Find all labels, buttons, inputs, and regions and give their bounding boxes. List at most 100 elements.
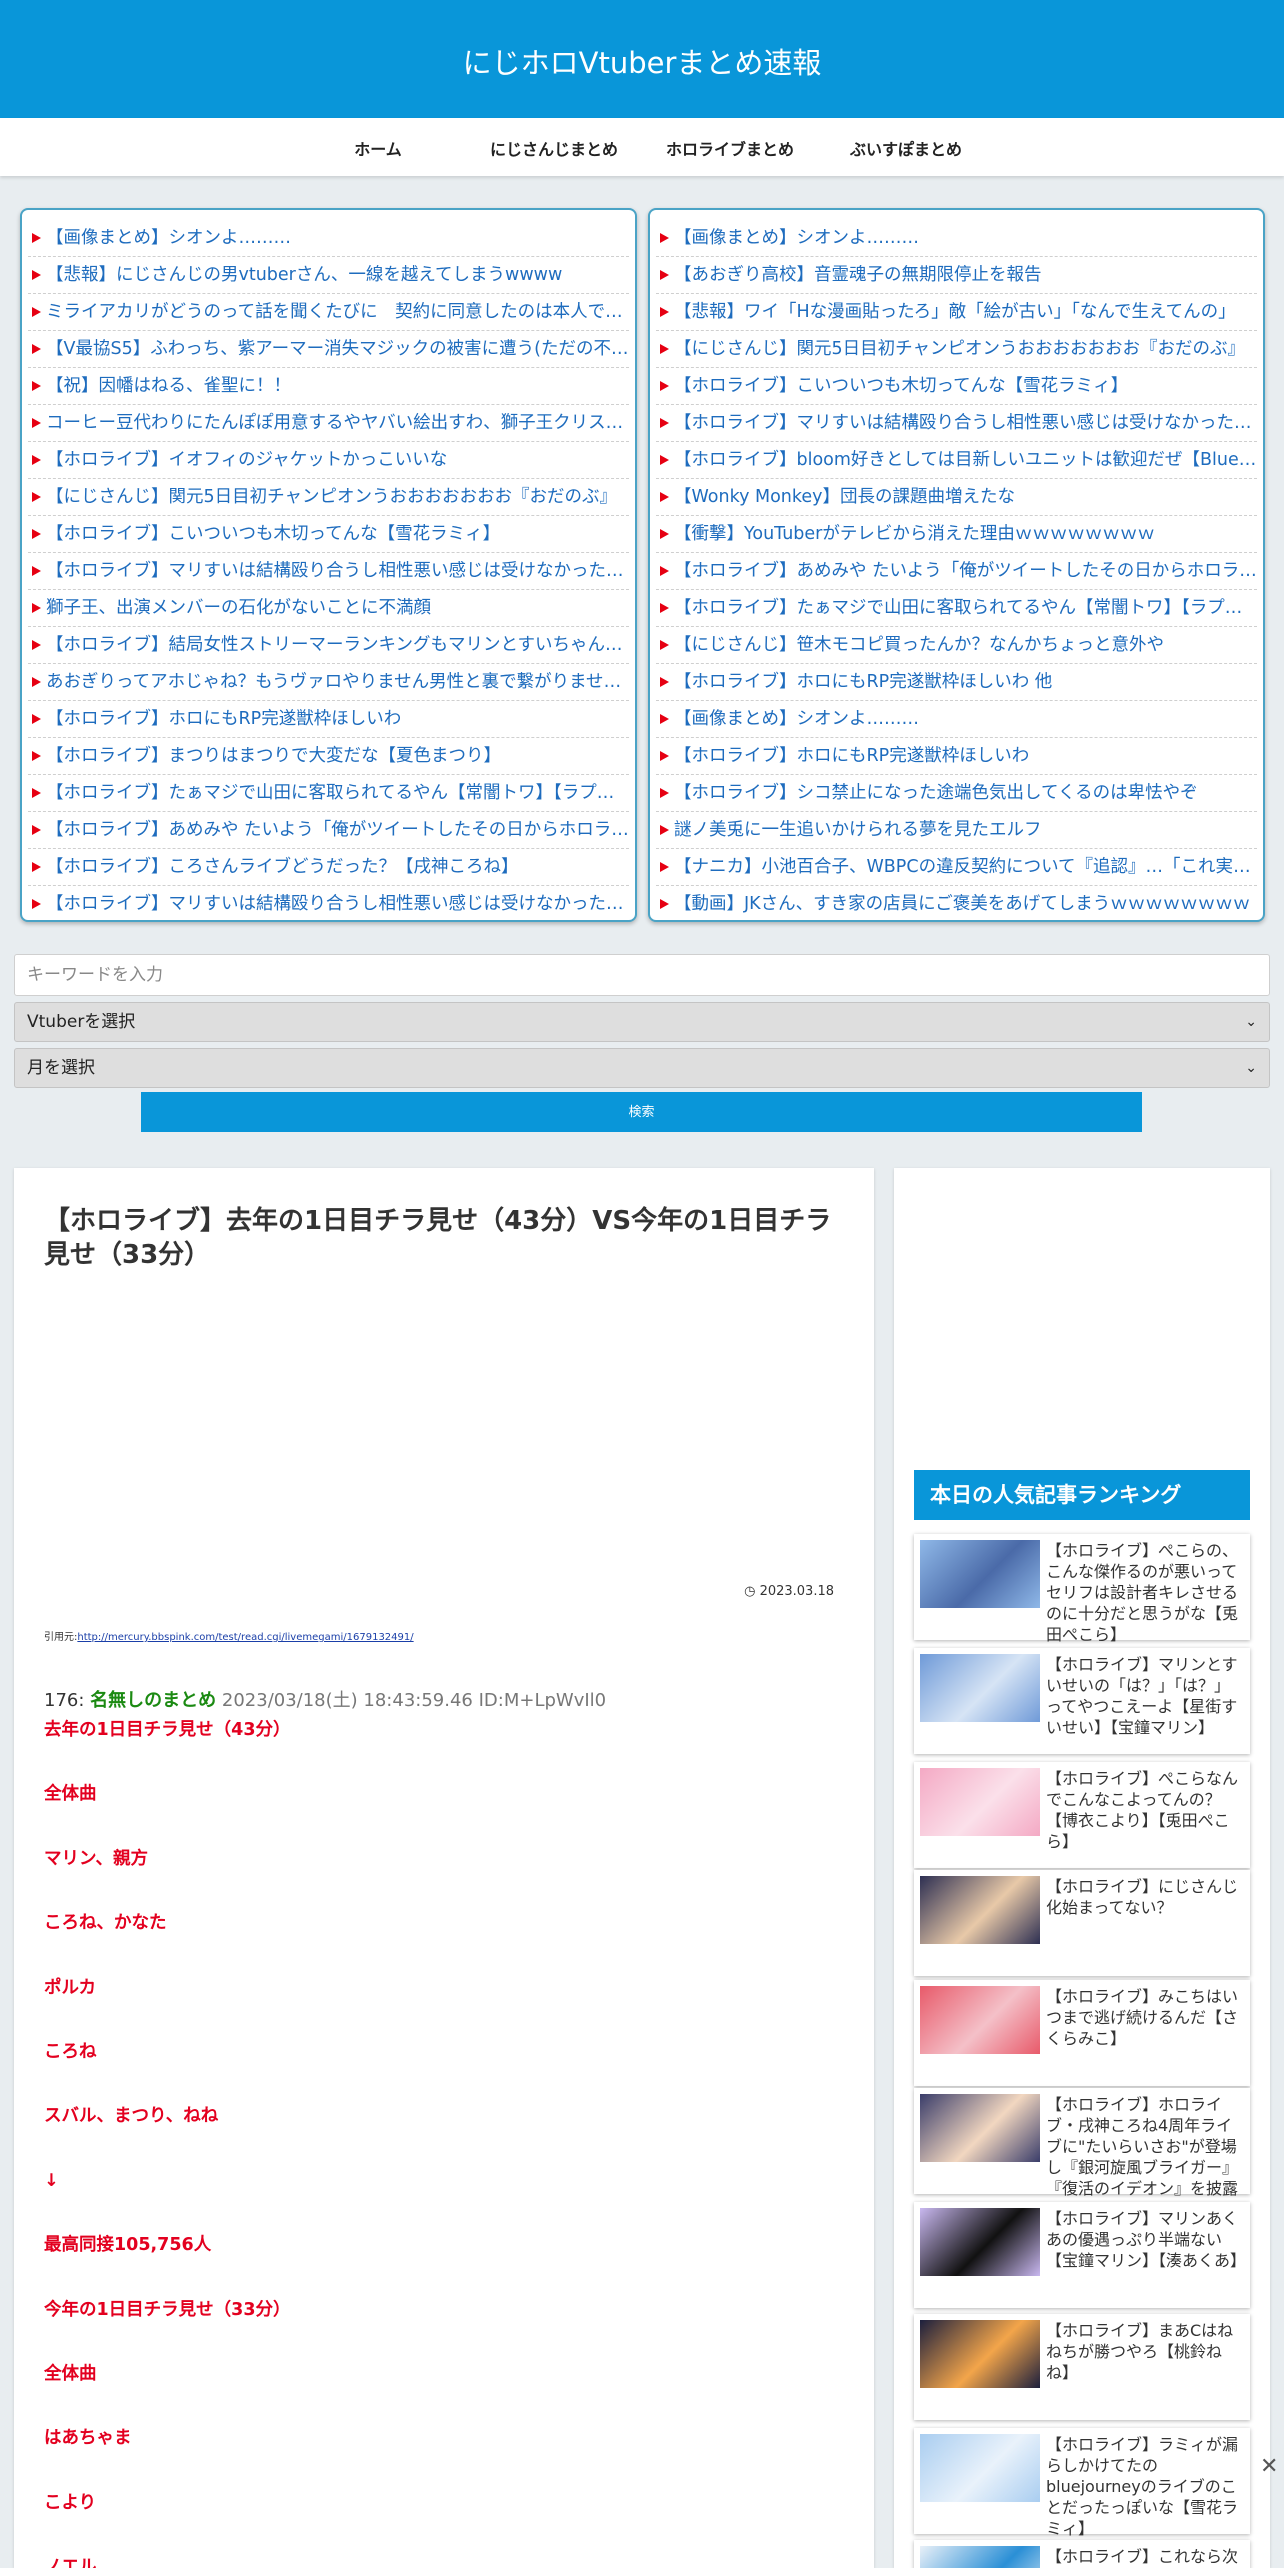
rss-item[interactable]: 【画像まとめ】シオンよ……… bbox=[656, 220, 1257, 257]
rss-item[interactable]: 【ホロライブ】あめみや たいよう「俺がツイートしたその日からホロライブの bbox=[656, 553, 1257, 590]
rss-item-link[interactable]: 【ホロライブ】たぁマジで山田に客取られてるやん【常闇トワ】【ラプラス】 bbox=[674, 590, 1257, 627]
rss-item[interactable]: 【画像まとめ】シオンよ……… bbox=[656, 701, 1257, 738]
ranking-thumbnail[interactable] bbox=[920, 1986, 1040, 2054]
rss-item-link[interactable]: 【ホロライブ】結局女性ストリーマーランキングもマリンとすいちゃんが上位なの bbox=[46, 627, 629, 664]
ranking-thumbnail[interactable] bbox=[920, 1540, 1040, 1608]
rss-item-link[interactable]: 【悲報】ワイ「Hな漫画貼ったろ」敵「絵が古い」「なんで生えてんの」 bbox=[674, 294, 1257, 331]
ranking-item-title[interactable]: 【ホロライブ】マリンとすいせいの「は？」「は？」ってやつこえーよ【星街すいせい】… bbox=[1046, 1654, 1244, 1738]
rss-item[interactable]: 獅子王、出演メンバーの石化がないことに不満顔 bbox=[28, 590, 629, 627]
rss-item-link[interactable]: 【祝】因幡はねる、雀聖に！！ bbox=[46, 368, 629, 405]
vtuber-select[interactable]: Vtuberを選択 ⌄ bbox=[14, 1002, 1270, 1042]
rss-item-link[interactable]: コーヒー豆代わりにたんぽぽ用意するやヤバい絵出すわ、獅子王クリスの新衣装 bbox=[46, 405, 629, 442]
rss-item[interactable]: 【悲報】にじさんじの男vtuberさん、一線を越えてしまうwwww bbox=[28, 257, 629, 294]
rss-item[interactable]: 【ホロライブ】イオフィのジャケットかっこいいな bbox=[28, 442, 629, 479]
ranking-item[interactable]: 【ホロライブ】みこちはいつまで逃げ続けるんだ【さくらみこ】 bbox=[914, 1980, 1250, 2086]
rss-item[interactable]: 【ホロライブ】こいついつも木切ってんな【雪花ラミィ】 bbox=[28, 516, 629, 553]
close-icon[interactable]: ✕ bbox=[1260, 2454, 1278, 2479]
rss-item-link[interactable]: 【ホロライブ】bloom好きとしては目新しいユニットは歓迎だぜ【Blue Jou… bbox=[674, 442, 1257, 479]
ranking-item-title[interactable]: 【ホロライブ】これなら次は水木一郎も呼べそうな bbox=[1046, 2546, 1244, 2568]
nav-home[interactable]: ホーム bbox=[278, 136, 478, 160]
rss-item-link[interactable]: 【ホロライブ】ころさんライブどうだった？【戌神ころね】 bbox=[46, 849, 629, 886]
rss-item[interactable]: 【ホロライブ】たぁマジで山田に客取られてるやん【常闇トワ】【ラプラス】 bbox=[28, 775, 629, 812]
rss-item[interactable]: 【にじさんじ】笹木モコピ買ったんか？なんかちょっと意外や bbox=[656, 627, 1257, 664]
rss-item[interactable]: 【Wonky Monkey】団長の課題曲増えたな bbox=[656, 479, 1257, 516]
rss-item-link[interactable]: 【ホロライブ】シコ禁止になった途端色気出してくるのは卑怯やぞ bbox=[674, 775, 1257, 812]
rss-item-link[interactable]: 【ホロライブ】ホロにもRP完遂獣枠ほしいわ bbox=[46, 701, 629, 738]
ranking-item[interactable]: 【ホロライブ】ラミィが漏らしかけてたのbluejourneyのライブのことだった… bbox=[914, 2428, 1250, 2538]
ranking-item[interactable]: 【ホロライブ】これなら次は水木一郎も呼べそうな bbox=[914, 2540, 1250, 2568]
ranking-item[interactable]: 【ホロライブ】マリンとすいせいの「は？」「は？」ってやつこえーよ【星街すいせい】… bbox=[914, 1648, 1250, 1754]
rss-item[interactable]: 【ホロライブ】ホロにもRP完遂獣枠ほしいわ bbox=[656, 738, 1257, 775]
rss-item[interactable]: 【ホロライブ】シコ禁止になった途端色気出してくるのは卑怯やぞ bbox=[656, 775, 1257, 812]
rss-item-link[interactable]: 【画像まとめ】シオンよ……… bbox=[674, 701, 1257, 738]
rss-item[interactable]: 【にじさんじ】関元5日目初チャンピオンうおおおおおおお『おだのぶ』 bbox=[28, 479, 629, 516]
ranking-item[interactable]: 【ホロライブ】ぺこらの、こんな傑作るのが悪いってセリフは設計者キレさせるのに十分… bbox=[914, 1534, 1250, 1644]
rss-item-link[interactable]: 獅子王、出演メンバーの石化がないことに不満顔 bbox=[46, 590, 629, 627]
ranking-item-title[interactable]: 【ホロライブ】マリンあくあの優遇っぷり半端ない【宝鐘マリン】【湊あくあ】 bbox=[1046, 2208, 1246, 2271]
ranking-item[interactable]: 【ホロライブ】にじさんじ化始まってない？ bbox=[914, 1870, 1250, 1976]
rss-item-link[interactable]: 【にじさんじ】笹木モコピ買ったんか？なんかちょっと意外や bbox=[674, 627, 1257, 664]
rss-item[interactable]: 【ホロライブ】たぁマジで山田に客取られてるやん【常闇トワ】【ラプラス】 bbox=[656, 590, 1257, 627]
rss-item-link[interactable]: あおぎりってアホじゃね？もうヴァロやりません男性と裏で繋がりませんって bbox=[46, 664, 629, 701]
rss-item-link[interactable]: 【ホロライブ】あめみや たいよう「俺がツイートしたその日からホロライブの bbox=[46, 812, 629, 849]
ranking-item-title[interactable]: 【ホロライブ】ラミィが漏らしかけてたのbluejourneyのライブのことだった… bbox=[1046, 2434, 1244, 2539]
rss-item[interactable]: 【祝】因幡はねる、雀聖に！！ bbox=[28, 368, 629, 405]
rss-item-link[interactable]: 【V最協S5】ふわっち、紫アーマー消失マジックの被害に遭う(ただの不具合) bbox=[46, 331, 629, 368]
site-title[interactable]: にじホロVtuberまとめ速報 bbox=[0, 40, 1284, 82]
rss-item-link[interactable]: 【ホロライブ】ホロにもRP完遂獣枠ほしいわ 他 bbox=[674, 664, 1257, 701]
ranking-thumbnail[interactable] bbox=[920, 2434, 1040, 2502]
rss-item[interactable]: 【ホロライブ】結局女性ストリーマーランキングもマリンとすいちゃんが上位なの bbox=[28, 627, 629, 664]
rss-item[interactable]: 【ホロライブ】まつりはまつりで大変だな【夏色まつり】 bbox=[28, 738, 629, 775]
rss-item[interactable]: 【ホロライブ】あめみや たいよう「俺がツイートしたその日からホロライブの bbox=[28, 812, 629, 849]
rss-item-link[interactable]: 謎ノ美兎に一生追いかけられる夢を見たエルフ bbox=[674, 812, 1257, 849]
ranking-thumbnail[interactable] bbox=[920, 2094, 1040, 2162]
rss-item-link[interactable]: 【ホロライブ】イオフィのジャケットかっこいいな bbox=[46, 442, 629, 479]
ranking-item[interactable]: 【ホロライブ】まあCはねねちが勝つやろ【桃鈴ねね】 bbox=[914, 2314, 1250, 2420]
rss-item-link[interactable]: 【ホロライブ】あめみや たいよう「俺がツイートしたその日からホロライブの bbox=[674, 553, 1257, 590]
rss-item-link[interactable]: 【あおぎり高校】音霊魂子の無期限停止を報告 bbox=[674, 257, 1257, 294]
ranking-item-title[interactable]: 【ホロライブ】ホロライブ・戌神ころね4周年ライブに"たいらいさお"が登場し『銀河… bbox=[1046, 2094, 1244, 2199]
rss-item-link[interactable]: 【ホロライブ】マリすいは結構殴り合うし相性悪い感じは受けなかったけどな bbox=[46, 886, 629, 920]
nav-vspo[interactable]: ぶいすぽまとめ bbox=[806, 136, 1006, 160]
rss-item[interactable]: 【にじさんじ】関元5日目初チャンピオンうおおおおおおお『おだのぶ』 bbox=[656, 331, 1257, 368]
ranking-item[interactable]: 【ホロライブ】マリンあくあの優遇っぷり半端ない【宝鐘マリン】【湊あくあ】 bbox=[914, 2202, 1250, 2308]
search-button[interactable]: 検索 bbox=[141, 1092, 1142, 1132]
rss-item[interactable]: 【ホロライブ】こいついつも木切ってんな【雪花ラミィ】 bbox=[656, 368, 1257, 405]
ranking-item[interactable]: 【ホロライブ】ホロライブ・戌神ころね4周年ライブに"たいらいさお"が登場し『銀河… bbox=[914, 2088, 1250, 2198]
rss-item[interactable]: 【ナニカ】小池百合子、WBPCの違反契約について『追認』…「これ実質的に bbox=[656, 849, 1257, 886]
rss-item[interactable]: 【ホロライブ】ホロにもRP完遂獣枠ほしいわ 他 bbox=[656, 664, 1257, 701]
ranking-thumbnail[interactable] bbox=[920, 1654, 1040, 1722]
ranking-thumbnail[interactable] bbox=[920, 2320, 1040, 2388]
rss-item[interactable]: 【画像まとめ】シオンよ……… bbox=[28, 220, 629, 257]
rss-item-link[interactable]: 【ホロライブ】たぁマジで山田に客取られてるやん【常闇トワ】【ラプラス】 bbox=[46, 775, 629, 812]
ranking-item[interactable]: 【ホロライブ】ぺこらなんでこんなこよってんの？【博衣こより】【兎田ぺこら】 bbox=[914, 1762, 1250, 1868]
rss-item[interactable]: 【悲報】ワイ「Hな漫画貼ったろ」敵「絵が古い」「なんで生えてんの」 bbox=[656, 294, 1257, 331]
ranking-item-title[interactable]: 【ホロライブ】にじさんじ化始まってない？ bbox=[1046, 1876, 1244, 1918]
rss-item-link[interactable]: 【ナニカ】小池百合子、WBPCの違反契約について『追認』…「これ実質的に bbox=[674, 849, 1257, 886]
rss-item-link[interactable]: 【ホロライブ】こいついつも木切ってんな【雪花ラミィ】 bbox=[674, 368, 1257, 405]
rss-item[interactable]: 【ホロライブ】ころさんライブどうだった？【戌神ころね】 bbox=[28, 849, 629, 886]
rss-item-link[interactable]: 【悲報】にじさんじの男vtuberさん、一線を越えてしまうwwww bbox=[46, 257, 629, 294]
rss-item-link[interactable]: 【ホロライブ】まつりはまつりで大変だな【夏色まつり】 bbox=[46, 738, 629, 775]
nav-hololive[interactable]: ホロライブまとめ bbox=[630, 136, 830, 160]
rss-item-link[interactable]: 【ホロライブ】マリすいは結構殴り合うし相性悪い感じは受けなかったけどな bbox=[46, 553, 629, 590]
rss-item[interactable]: 【動画】JKさん、すき家の店員にご褒美をあげてしまうｗｗｗｗｗｗｗｗ bbox=[656, 886, 1257, 920]
ranking-item-title[interactable]: 【ホロライブ】ぺこらなんでこんなこよってんの？【博衣こより】【兎田ぺこら】 bbox=[1046, 1768, 1244, 1852]
search-input[interactable] bbox=[14, 954, 1270, 996]
rss-item-link[interactable]: 【Wonky Monkey】団長の課題曲増えたな bbox=[674, 479, 1257, 516]
rss-item-link[interactable]: 【画像まとめ】シオンよ……… bbox=[46, 220, 629, 257]
rss-item-link[interactable]: 【ホロライブ】マリすいは結構殴り合うし相性悪い感じは受けなかったけどな bbox=[674, 405, 1257, 442]
source-link[interactable]: http://mercury.bbspink.com/test/read.cgi… bbox=[77, 1632, 413, 1643]
rss-item[interactable]: コーヒー豆代わりにたんぽぽ用意するやヤバい絵出すわ、獅子王クリスの新衣装 bbox=[28, 405, 629, 442]
ranking-thumbnail[interactable] bbox=[920, 1768, 1040, 1836]
rss-item[interactable]: 【ホロライブ】マリすいは結構殴り合うし相性悪い感じは受けなかったけどな bbox=[656, 405, 1257, 442]
ranking-item-title[interactable]: 【ホロライブ】まあCはねねちが勝つやろ【桃鈴ねね】 bbox=[1046, 2320, 1244, 2383]
nav-nijisanji[interactable]: にじさんじまとめ bbox=[454, 136, 654, 160]
rss-item[interactable]: 【ホロライブ】マリすいは結構殴り合うし相性悪い感じは受けなかったけどな bbox=[28, 553, 629, 590]
rss-item-link[interactable]: 【画像まとめ】シオンよ……… bbox=[674, 220, 1257, 257]
rss-item[interactable]: 【あおぎり高校】音霊魂子の無期限停止を報告 bbox=[656, 257, 1257, 294]
rss-item-link[interactable]: 【にじさんじ】関元5日目初チャンピオンうおおおおおおお『おだのぶ』 bbox=[46, 479, 629, 516]
ranking-thumbnail[interactable] bbox=[920, 1876, 1040, 1944]
rss-item-link[interactable]: 【ホロライブ】こいついつも木切ってんな【雪花ラミィ】 bbox=[46, 516, 629, 553]
rss-item[interactable]: 【ホロライブ】bloom好きとしては目新しいユニットは歓迎だぜ【Blue Jou… bbox=[656, 442, 1257, 479]
